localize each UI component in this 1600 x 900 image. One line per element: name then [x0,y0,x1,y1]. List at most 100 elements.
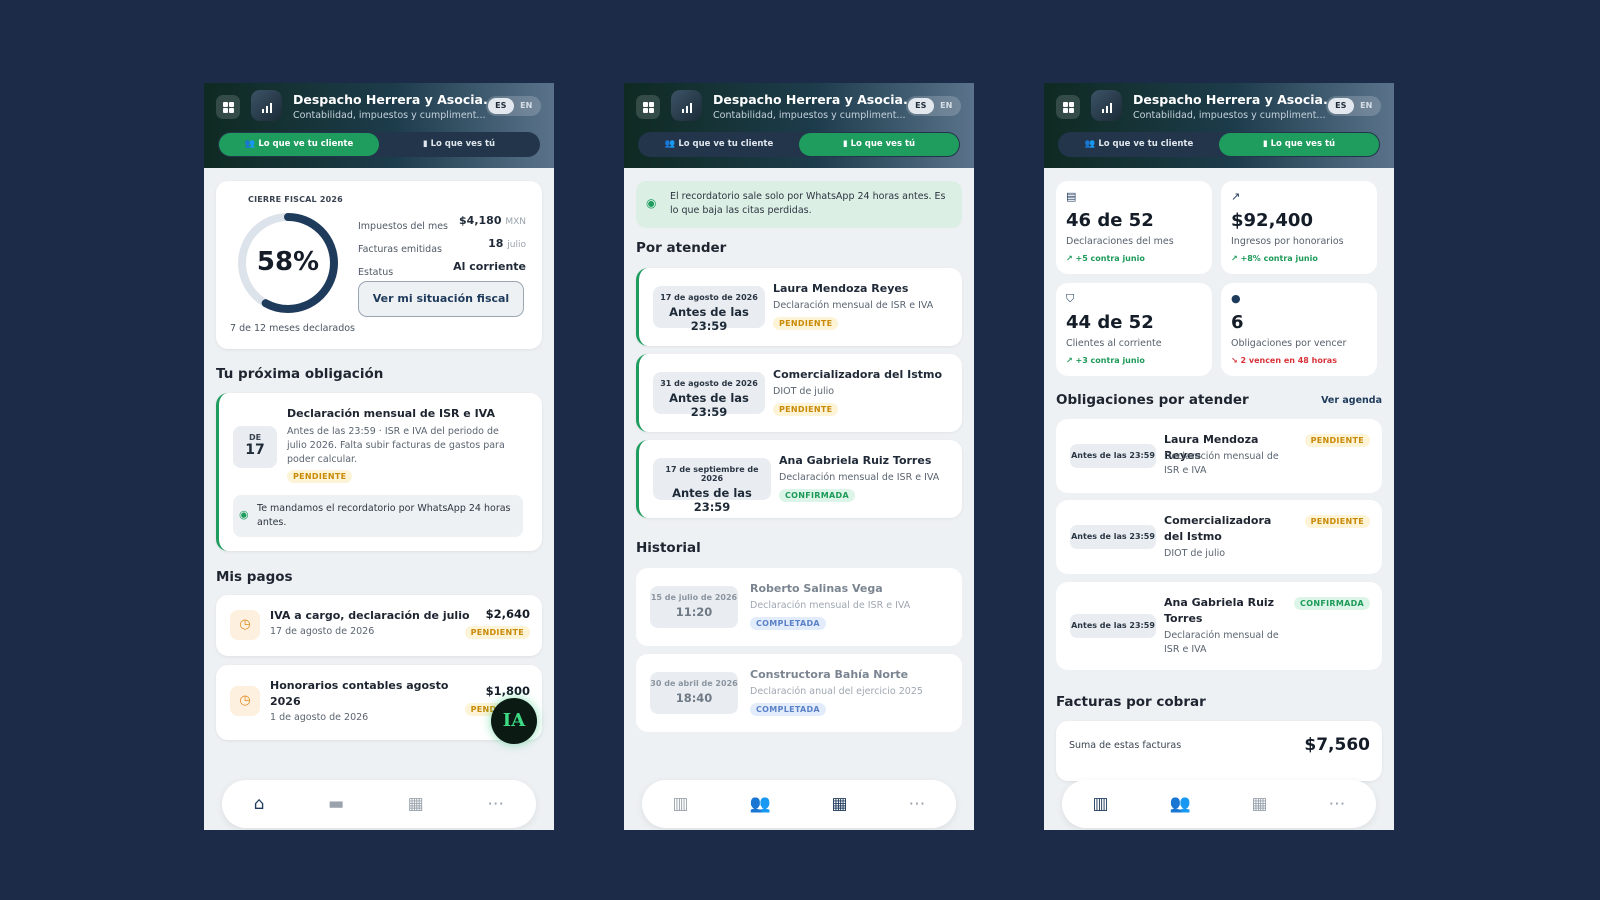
lang-en[interactable]: EN [1354,98,1380,114]
tab-client-label: Lo que ve tu cliente [258,139,354,149]
status-badge: CONFIRMADA [779,489,855,502]
view-switch[interactable]: 👥 Lo que ve tu cliente ▮ Lo que ves tú [218,132,540,157]
view-fiscal-status-button[interactable]: Ver mi situación fiscal [358,281,524,317]
tab-your-view[interactable]: ▮ Lo que ves tú [799,133,959,156]
language-toggle[interactable]: ES EN [1326,96,1381,116]
more-icon[interactable]: ⋯ [909,794,926,814]
date-box: 31 de agosto de 2026 Antes de las 23:59 [653,372,765,419]
kpi-card[interactable]: ↗ $92,400 Ingresos por honorarios ↗ +8% … [1221,181,1377,274]
client-name: Ana Gabriela Ruiz Torres [779,454,932,467]
firm-name: Despacho Herrera y Asocia... [1133,92,1338,107]
whatsapp-note-text: Te mandamos el recordatorio por WhatsApp… [257,503,511,528]
status-badge: PENDIENTE [1304,434,1370,447]
firm-subtitle: Contabilidad, impuestos y cumpliment... [713,110,906,121]
kpi-card[interactable]: ⛉ 44 de 52 Clientes al corriente ↗ +3 co… [1056,283,1212,376]
row-unit: julio [507,240,526,250]
view-switch[interactable]: 👥 Lo que ve tu cliente ▮ Lo que ves tú [638,132,960,157]
payment-item[interactable]: ◷ IVA a cargo, declaración de julio 17 d… [216,595,542,656]
obligation-desc: Declaración mensual de ISR e IVA [1164,451,1279,476]
menu-button[interactable] [636,95,660,119]
invoices-sum-label: Suma de estas facturas [1069,740,1182,751]
lang-es[interactable]: ES [1328,98,1354,114]
tab-client-view[interactable]: 👥 Lo que ve tu cliente [1059,133,1219,156]
kpi-label: Ingresos por honorarios [1231,236,1344,247]
grid-icon [1062,101,1074,113]
language-toggle[interactable]: ES EN [906,96,961,116]
home-icon[interactable]: ⌂ [254,794,265,814]
payment-amount: $2,640 [485,607,530,621]
invoices-card[interactable]: Suma de estas facturas $7,560 [1056,721,1382,781]
obligation-desc: Declaración mensual de ISR e IVA [1164,630,1279,655]
view-switch[interactable]: 👥 Lo que ve tu cliente ▮ Lo que ves tú [1058,132,1380,157]
status-badge: COMPLETADA [750,703,826,716]
row-value: Al corriente [453,260,526,273]
kpi-card[interactable]: ▤ 46 de 52 Declaraciones del mes ↗ +5 co… [1056,181,1212,274]
reminder-banner: ◉ El recordatorio sale solo por WhatsApp… [636,181,962,228]
more-icon[interactable]: ⋯ [1329,794,1346,814]
menu-button[interactable] [1056,95,1080,119]
calendar-icon[interactable]: ▦ [408,794,424,814]
tab-your-view[interactable]: ▮ Lo que ves tú [379,133,539,156]
chart-icon[interactable]: ▥ [1092,794,1108,814]
obligation-desc: DIOT de julio [1164,548,1226,559]
history-card[interactable]: 15 de julio de 2026 11:20 Roberto Salinas… [636,568,962,646]
fiscal-rows: Impuestos del mes $4,180 MXN Facturas emi… [358,214,526,283]
next-obligation-card[interactable]: DE 17 Declaración mensual de ISR e IVA A… [216,393,542,551]
view-agenda-link[interactable]: Ver agenda [1321,395,1382,406]
row-label: Impuestos del mes [358,221,448,232]
appt-desc: Declaración mensual de ISR e IVA [773,300,934,311]
calendar-icon[interactable]: ▦ [832,794,848,814]
appt-time: Antes de las 23:59 [669,391,749,419]
appointment-card[interactable]: 17 de septiembre de 2026 Antes de las 23:… [636,440,962,518]
calendar-icon[interactable]: ▦ [1252,794,1268,814]
chart-icon[interactable]: ▥ [672,794,688,814]
history-card[interactable]: 30 de abril de 2026 18:40 Constructora Ba… [636,654,962,732]
row-value: $4,180 [459,214,502,227]
kpi-trend: ↗ +8% contra junio [1231,254,1318,263]
status-badge: PENDIENTE [464,626,530,639]
bottom-nav: ▥ 👥 ▦ ⋯ [1062,780,1376,828]
folder-icon[interactable]: ▬ [328,794,344,814]
users-icon[interactable]: 👥 [1169,794,1190,814]
tab-your-view[interactable]: ▮ Lo que ves tú [1219,133,1379,156]
payment-date: 17 de agosto de 2026 [270,626,375,637]
history-title: Historial [636,540,701,556]
lang-es[interactable]: ES [908,98,934,114]
next-obligation-title: Tu próxima obligación [216,366,384,382]
kpi-card[interactable]: ● 6 Obligaciones por vencer ↘ 2 vencen e… [1221,283,1377,376]
ai-assistant-button[interactable]: IA [491,698,537,744]
tab-client-view[interactable]: 👥 Lo que ve tu cliente [219,133,379,156]
months-declared: 7 de 12 meses declarados [230,323,356,334]
firm-logo [671,90,702,121]
language-toggle[interactable]: ES EN [486,96,541,116]
row-label: Estatus [358,267,394,278]
firm-subtitle: Contabilidad, impuestos y cumpliment... [1133,110,1326,121]
obligation-card[interactable]: Antes de las 23:59 Laura Mendoza Reyes D… [1056,419,1382,493]
deadline-chip: Antes de las 23:59 [1070,614,1156,638]
firm-logo [251,90,282,121]
obligation-card[interactable]: Antes de las 23:59 Comercializadora del … [1056,500,1382,574]
more-icon[interactable]: ⋯ [487,794,504,814]
trend-up-icon: ↗ [1231,190,1241,203]
firm-logo [1091,90,1122,121]
row-unit: MXN [505,217,526,227]
kpi-trend-text: +8% contra junio [1240,254,1318,263]
appt-desc: Declaración mensual de ISR e IVA [779,472,940,483]
lang-es[interactable]: ES [488,98,514,114]
client-name: Roberto Salinas Vega [750,582,883,595]
lang-en[interactable]: EN [514,98,540,114]
appointment-card[interactable]: 17 de agosto de 2026 Antes de las 23:59 L… [636,268,962,346]
tab-client-view[interactable]: 👥 Lo que ve tu cliente [639,133,799,156]
invoices-title: Facturas por cobrar [1056,694,1206,710]
fiscal-row: Impuestos del mes $4,180 MXN [358,214,526,237]
kpi-trend: ↗ +3 contra junio [1066,356,1145,365]
users-icon[interactable]: 👥 [749,794,770,814]
to-attend-title: Por atender [636,240,727,256]
appointment-card[interactable]: 31 de agosto de 2026 Antes de las 23:59 C… [636,354,962,432]
kpi-trend: ↗ +5 contra junio [1066,254,1145,263]
menu-button[interactable] [216,95,240,119]
trend-up-icon: ↗ [1066,254,1073,263]
hist-date: 30 de abril de 2026 [650,679,738,688]
lang-en[interactable]: EN [934,98,960,114]
obligation-card[interactable]: Antes de las 23:59 Ana Gabriela Ruiz Tor… [1056,582,1382,670]
